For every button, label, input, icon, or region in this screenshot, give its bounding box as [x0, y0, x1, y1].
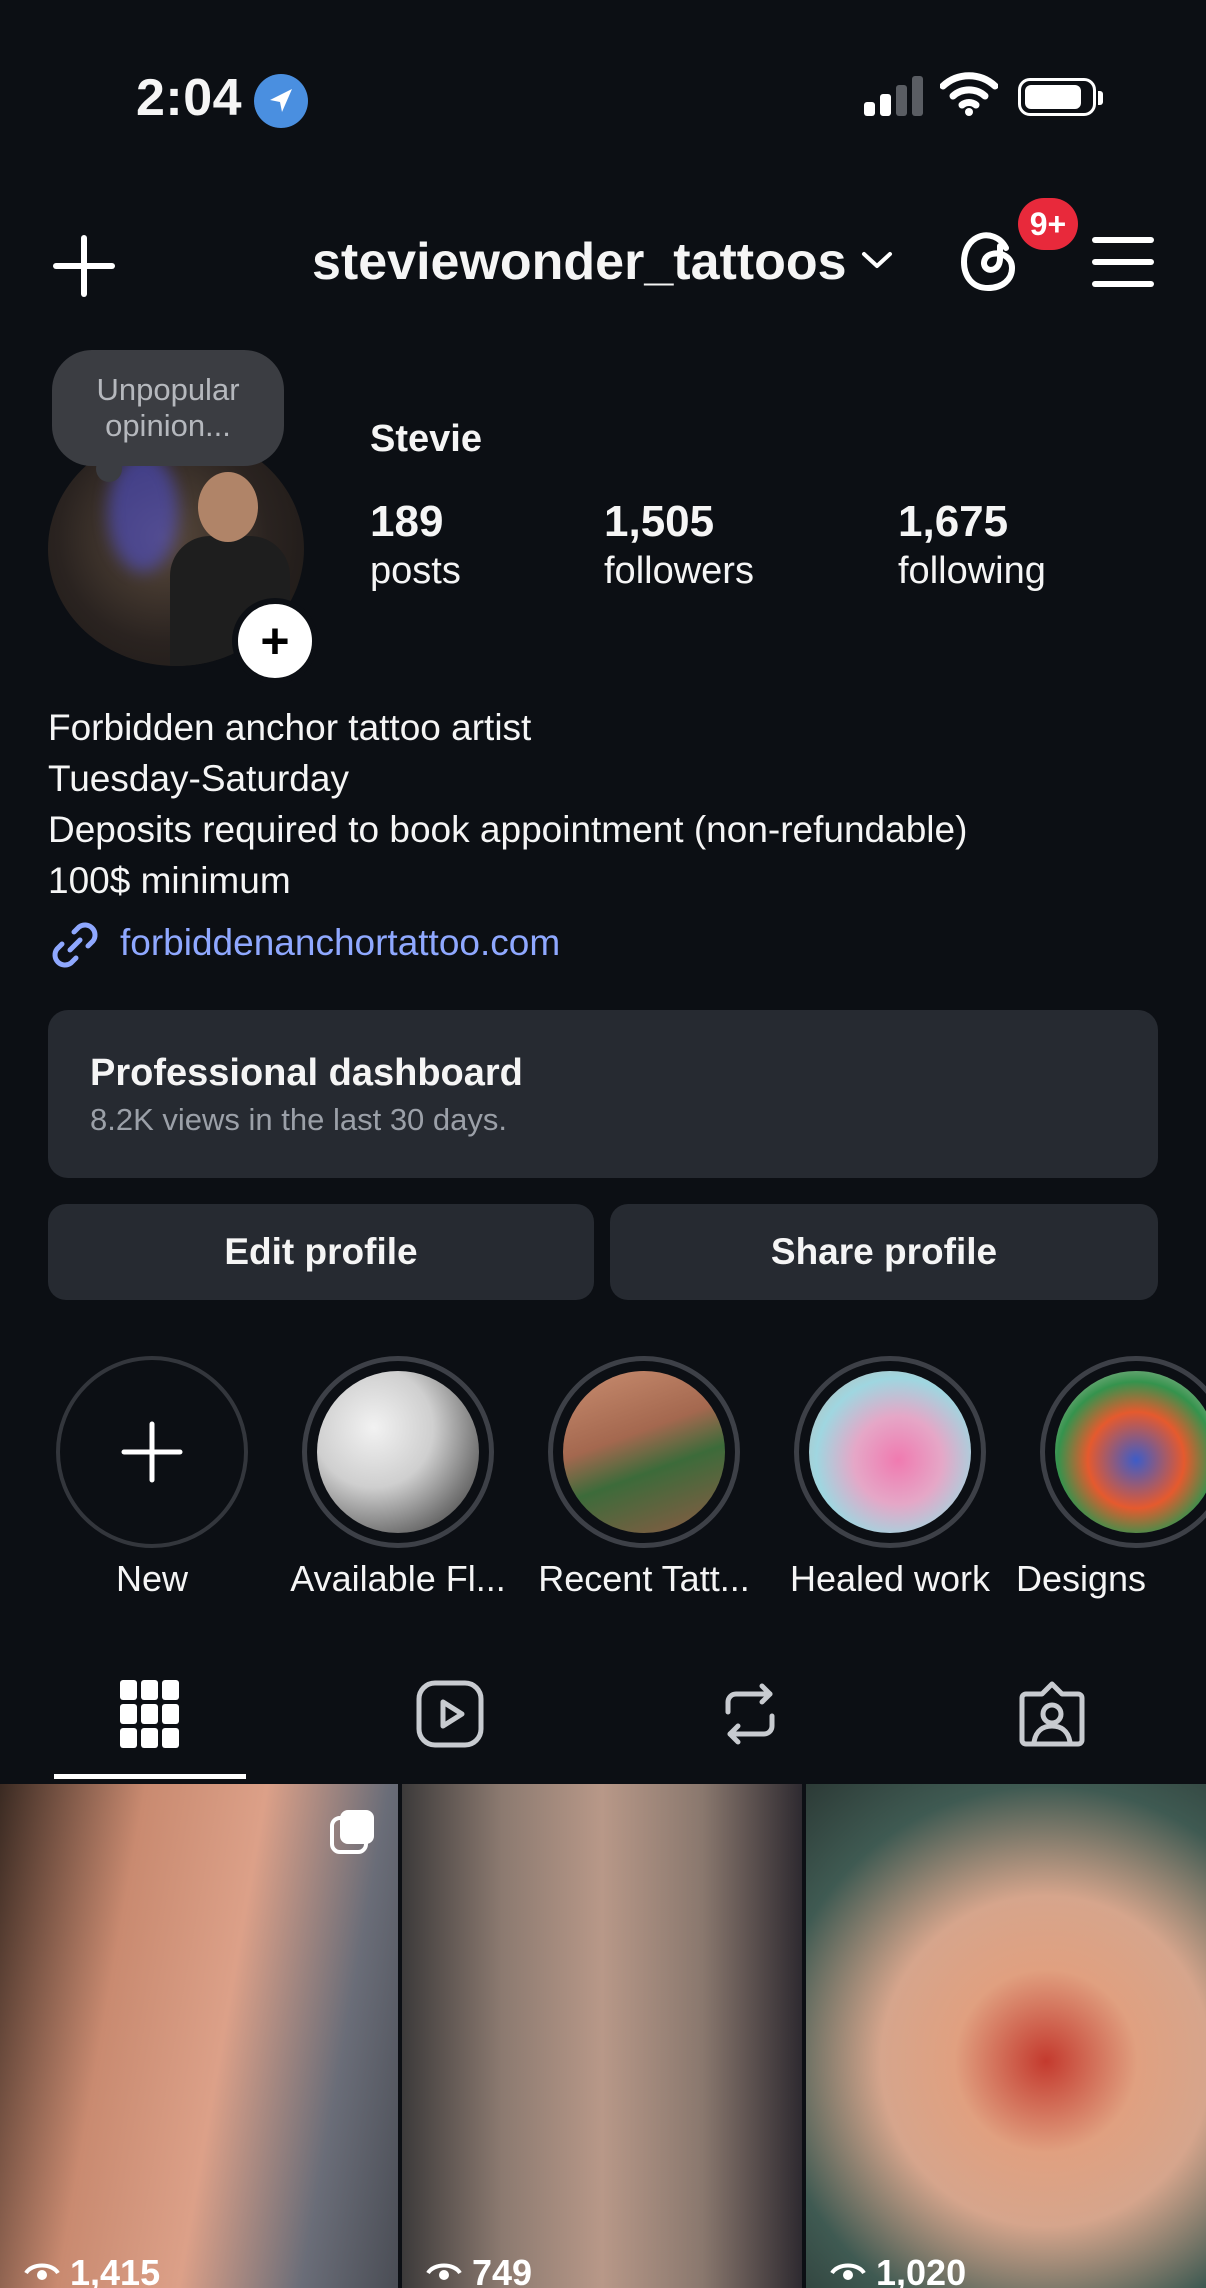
share-profile-button[interactable]: Share profile: [610, 1204, 1158, 1300]
highlight-label: Designs: [1016, 1558, 1147, 1599]
stat-value: 189: [370, 497, 444, 546]
highlight-label: New: [115, 1558, 189, 1599]
view-count: 749: [426, 2252, 532, 2288]
stat-label: followers: [604, 550, 754, 592]
bio-line: Deposits required to book appointment (n…: [48, 809, 968, 850]
status-time: 2:04: [136, 69, 243, 127]
grid-icon[interactable]: [120, 1680, 180, 1753]
add-story-icon[interactable]: +: [232, 598, 318, 684]
edit-profile-button[interactable]: Edit profile: [48, 1204, 594, 1300]
eye-icon: [426, 2263, 462, 2280]
new-highlight-button[interactable]: [56, 1356, 248, 1548]
stat-label: following: [898, 550, 1046, 592]
dashboard-subtitle: 8.2K views in the last 30 days.: [90, 1102, 508, 1137]
note-bubble[interactable]: Unpopular opinion...: [52, 350, 284, 466]
active-tab-indicator: [54, 1774, 246, 1779]
following-count[interactable]: 1,675 following: [898, 496, 1046, 594]
highlight-healed-work[interactable]: [794, 1356, 986, 1548]
post-thumbnail[interactable]: 749: [402, 1784, 802, 2288]
dashboard-title: Professional dashboard: [90, 1052, 523, 1094]
eye-icon: [830, 2263, 866, 2280]
view-count: 1,020: [830, 2252, 966, 2288]
highlight-available-flash[interactable]: [302, 1356, 494, 1548]
display-name: Stevie: [370, 418, 482, 460]
bio: Forbidden anchor tattoo artist Tuesday-S…: [48, 702, 967, 906]
stat-label: posts: [370, 550, 461, 592]
bio-line: Forbidden anchor tattoo artist: [48, 707, 532, 748]
carousel-icon: [330, 1810, 374, 1854]
stat-value: 1,505: [604, 497, 715, 546]
chevron-down-icon[interactable]: [860, 248, 894, 277]
view-count-value: 749: [472, 2252, 533, 2288]
highlight-recent-tattoos[interactable]: [548, 1356, 740, 1548]
view-count: 1,415: [24, 2252, 160, 2288]
stat-value: 1,675: [898, 497, 1009, 546]
account-switcher-username[interactable]: steviewonder_tattoos: [312, 232, 847, 292]
bio-line: 100$ minimum: [48, 860, 291, 901]
threads-icon[interactable]: [954, 226, 1024, 301]
cellular-signal-icon: [864, 76, 926, 123]
plus-icon: [121, 1421, 183, 1483]
note-line-1: Unpopular: [96, 372, 240, 407]
wifi-icon: [939, 72, 999, 121]
location-arrow-icon: [254, 74, 308, 128]
website-link[interactable]: forbiddenanchortattoo.com: [120, 922, 560, 964]
highlight-designs[interactable]: [1040, 1356, 1206, 1548]
highlight-label: Healed work: [789, 1558, 991, 1599]
create-post-icon[interactable]: [50, 232, 118, 300]
tagged-icon[interactable]: [1018, 1680, 1086, 1753]
reposts-icon[interactable]: [720, 1680, 780, 1753]
notification-badge: 9+: [1018, 198, 1078, 250]
reels-icon[interactable]: [416, 1680, 484, 1753]
link-icon: [48, 918, 102, 977]
eye-icon: [24, 2263, 60, 2280]
highlight-label: Recent Tatt...: [538, 1558, 750, 1599]
post-thumbnail[interactable]: 1,020: [806, 1784, 1206, 2288]
view-count-value: 1,415: [70, 2252, 161, 2288]
post-thumbnail[interactable]: 1,415: [0, 1784, 398, 2288]
view-count-value: 1,020: [876, 2252, 967, 2288]
note-line-2: opinion...: [105, 408, 231, 443]
posts-count[interactable]: 189 posts: [370, 496, 461, 594]
highlight-label: Available Fl...: [290, 1558, 506, 1599]
followers-count[interactable]: 1,505 followers: [604, 496, 754, 594]
menu-icon[interactable]: [1092, 236, 1154, 293]
battery-icon: [1018, 78, 1103, 116]
bio-line: Tuesday-Saturday: [48, 758, 349, 799]
